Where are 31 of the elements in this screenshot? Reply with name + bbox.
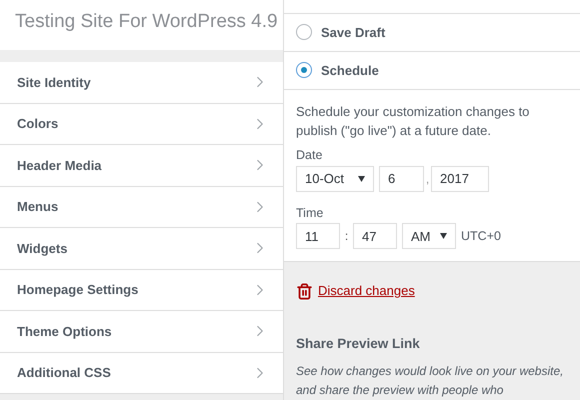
share-preview-description: See how changes would look live on your website, and share the preview with people who xyxy=(296,363,564,400)
panel-menu-item[interactable]: Widgets xyxy=(0,228,283,270)
radio-button[interactable] xyxy=(296,24,312,40)
trash-icon xyxy=(296,282,313,300)
discard-changes-link[interactable]: Discard changes xyxy=(318,281,415,301)
share-preview-heading: Share Preview Link xyxy=(296,334,421,353)
panel-menu-item[interactable]: Additional CSS xyxy=(0,352,283,394)
panel-menu-item[interactable]: Theme Options xyxy=(0,311,283,352)
panel-menu-item[interactable]: Menus xyxy=(0,186,283,228)
meridiem-select[interactable]: AM xyxy=(402,223,456,250)
time-separator: : xyxy=(344,228,350,246)
panel-menu-item[interactable]: Colors xyxy=(0,104,283,145)
date-separator: , xyxy=(424,170,430,188)
publish-option-row[interactable]: Save Draft xyxy=(284,14,580,52)
panel-menu-item[interactable]: Header Media xyxy=(0,145,283,186)
date-label: Date xyxy=(296,146,324,164)
hour-field[interactable]: 11 xyxy=(296,223,340,250)
month-select[interactable]: 10-Oct xyxy=(296,166,374,192)
radio-button[interactable] xyxy=(296,62,312,78)
year-field[interactable]: 2017 xyxy=(431,166,489,192)
dropdown-caret-icon xyxy=(358,176,365,182)
publish-option-row[interactable]: Schedule xyxy=(284,52,580,90)
site-title: Testing Site For WordPress 4.9 xyxy=(15,10,278,34)
panel-menu-item[interactable]: Site Identity xyxy=(0,62,283,104)
timezone-label: UTC+0 xyxy=(461,228,501,245)
panel-menu-item[interactable]: Homepage Settings xyxy=(0,270,283,311)
minute-field[interactable]: 47 xyxy=(353,223,397,250)
time-label: Time xyxy=(296,204,324,222)
dropdown-caret-icon xyxy=(440,233,447,240)
schedule-description: Schedule your customization changes to publish ("go live") at a future date. xyxy=(296,102,530,140)
day-field[interactable]: 6 xyxy=(379,166,424,192)
